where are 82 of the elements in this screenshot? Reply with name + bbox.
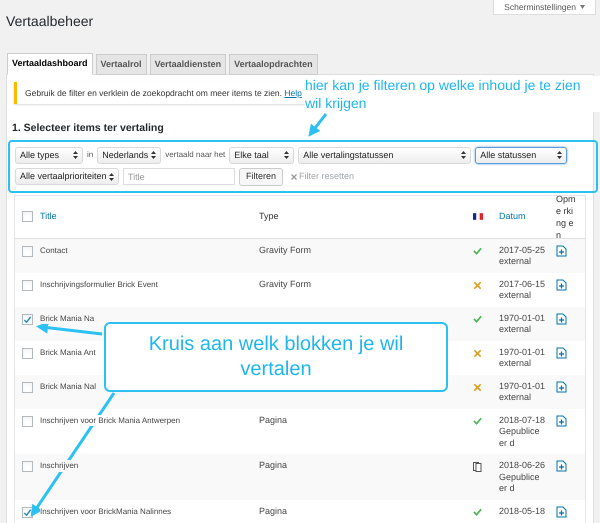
date-cell-text: 2017-06-15 — [499, 278, 546, 290]
status-text: Gepubliceer d — [499, 472, 541, 495]
title-cell: Inschrijven voor Brick Mania Antwerpen — [40, 414, 180, 426]
type-column-header: Type — [259, 210, 280, 223]
dropdown[interactable]: Alle types — [15, 146, 83, 164]
notes-column-header: Opme rking en — [556, 192, 576, 241]
screen-options-button[interactable]: Scherminstellingen — [493, 0, 596, 15]
filter-button[interactable]: Filteren — [239, 168, 284, 186]
status-text: external — [499, 392, 532, 404]
status-text: external — [499, 290, 532, 302]
date-cell-text: 1970-01-01 — [499, 312, 546, 324]
help-link[interactable]: Help — [284, 88, 302, 98]
status-text: external — [499, 256, 532, 268]
type-cell: Gravity Form — [259, 244, 312, 255]
title-cell: Brick Mania Na — [40, 312, 94, 324]
title-cell: Inschrijven — [40, 460, 78, 472]
checkbox[interactable] — [22, 246, 33, 257]
notice-text: Gebruik de filter en verklein de zoekopdracht om meer items te zien. Help — [25, 86, 302, 100]
edit-document-icon[interactable] — [556, 414, 567, 427]
status-text: external — [499, 358, 532, 370]
title-cell: Inschrijven voor BrickMania Nalinnes — [40, 506, 172, 518]
date-cell-text: 2018-06-26 — [499, 460, 546, 472]
updown-caret-icon — [109, 172, 114, 181]
checkbox[interactable] — [22, 211, 33, 222]
updown-caret-icon — [284, 151, 290, 160]
page-title: Vertaalbeheer — [6, 12, 94, 31]
filter-label: in — [87, 149, 94, 162]
tab[interactable]: Vertaaldiensten — [150, 54, 226, 75]
edit-document-icon[interactable] — [556, 380, 567, 393]
dropdown[interactable]: Nederlands — [97, 146, 162, 164]
checkbox[interactable] — [22, 314, 33, 325]
checkmark-icon — [23, 508, 32, 517]
arrow — [36, 322, 102, 336]
checkmark-icon — [23, 314, 32, 324]
section-heading: 1. Selecteer items ter vertaling — [12, 121, 164, 136]
date-cell-text: 2017-05-25 — [499, 244, 546, 256]
title-cell: Brick Mania Nal — [40, 380, 96, 392]
updown-caret-icon — [557, 151, 562, 160]
status-text: external — [499, 324, 532, 336]
title-column-header[interactable]: Title — [40, 210, 259, 224]
callout-text: Kruis aan welk blokken je wil vertalen — [148, 332, 404, 382]
edit-document-icon[interactable] — [556, 312, 567, 325]
updown-caret-icon — [151, 151, 156, 160]
dropdown[interactable]: Elke taal — [229, 146, 294, 164]
dropdown[interactable]: Alle vertalingstatussen — [298, 146, 472, 164]
edit-document-icon[interactable] — [556, 346, 567, 359]
close-icon[interactable] — [291, 174, 298, 180]
edit-document-icon[interactable] — [556, 506, 567, 518]
checkbox[interactable] — [22, 280, 33, 291]
annotation-note: hier kan je filteren op welke inhoud je te zien wil krijgen — [305, 76, 600, 112]
date-cell-text: 2018-05-18 — [499, 506, 546, 518]
type-cell: Gravity Form — [259, 278, 312, 289]
checkbox[interactable] — [22, 416, 33, 427]
date-cell-text: 1970-01-01 — [499, 346, 546, 358]
date-cell-text: 2018-07-18 — [499, 414, 546, 426]
dropdown[interactable]: Alle vertaalprioriteiten — [15, 168, 119, 186]
arrow — [308, 113, 328, 137]
updown-caret-icon — [461, 151, 466, 160]
edit-document-icon[interactable] — [556, 460, 567, 472]
title-cell: Contact — [40, 244, 68, 256]
tab[interactable]: Vertaaldashboard — [7, 53, 93, 75]
checkbox[interactable] — [22, 382, 33, 393]
checkbox[interactable] — [22, 461, 33, 472]
tab[interactable]: Vertaalopdrachten — [229, 54, 318, 75]
flag-icon — [473, 213, 483, 220]
updown-caret-icon — [73, 151, 78, 160]
date-cell-text: 1970-01-01 — [499, 380, 546, 392]
caret-icon — [580, 5, 585, 9]
dropdown[interactable]: Alle statussen — [475, 146, 568, 164]
type-cell: Pagina — [259, 506, 288, 516]
title-field[interactable]: Title — [123, 168, 235, 186]
title-cell: Brick Mania Ant — [40, 346, 96, 358]
filter-label: vertaald naar het — [165, 149, 226, 162]
title-cell: Inschrijvingsformulier Brick Event — [40, 278, 158, 290]
edit-document-icon[interactable] — [556, 278, 567, 291]
checkbox[interactable] — [22, 348, 33, 359]
edit-document-icon[interactable] — [556, 244, 567, 257]
status-text: Gepubliceer d — [499, 426, 541, 450]
type-cell: Pagina — [259, 460, 288, 470]
type-cell: Pagina — [259, 414, 288, 425]
tab[interactable]: Vertaalrol — [96, 54, 147, 75]
date-column-header[interactable]: Datum — [499, 210, 556, 224]
